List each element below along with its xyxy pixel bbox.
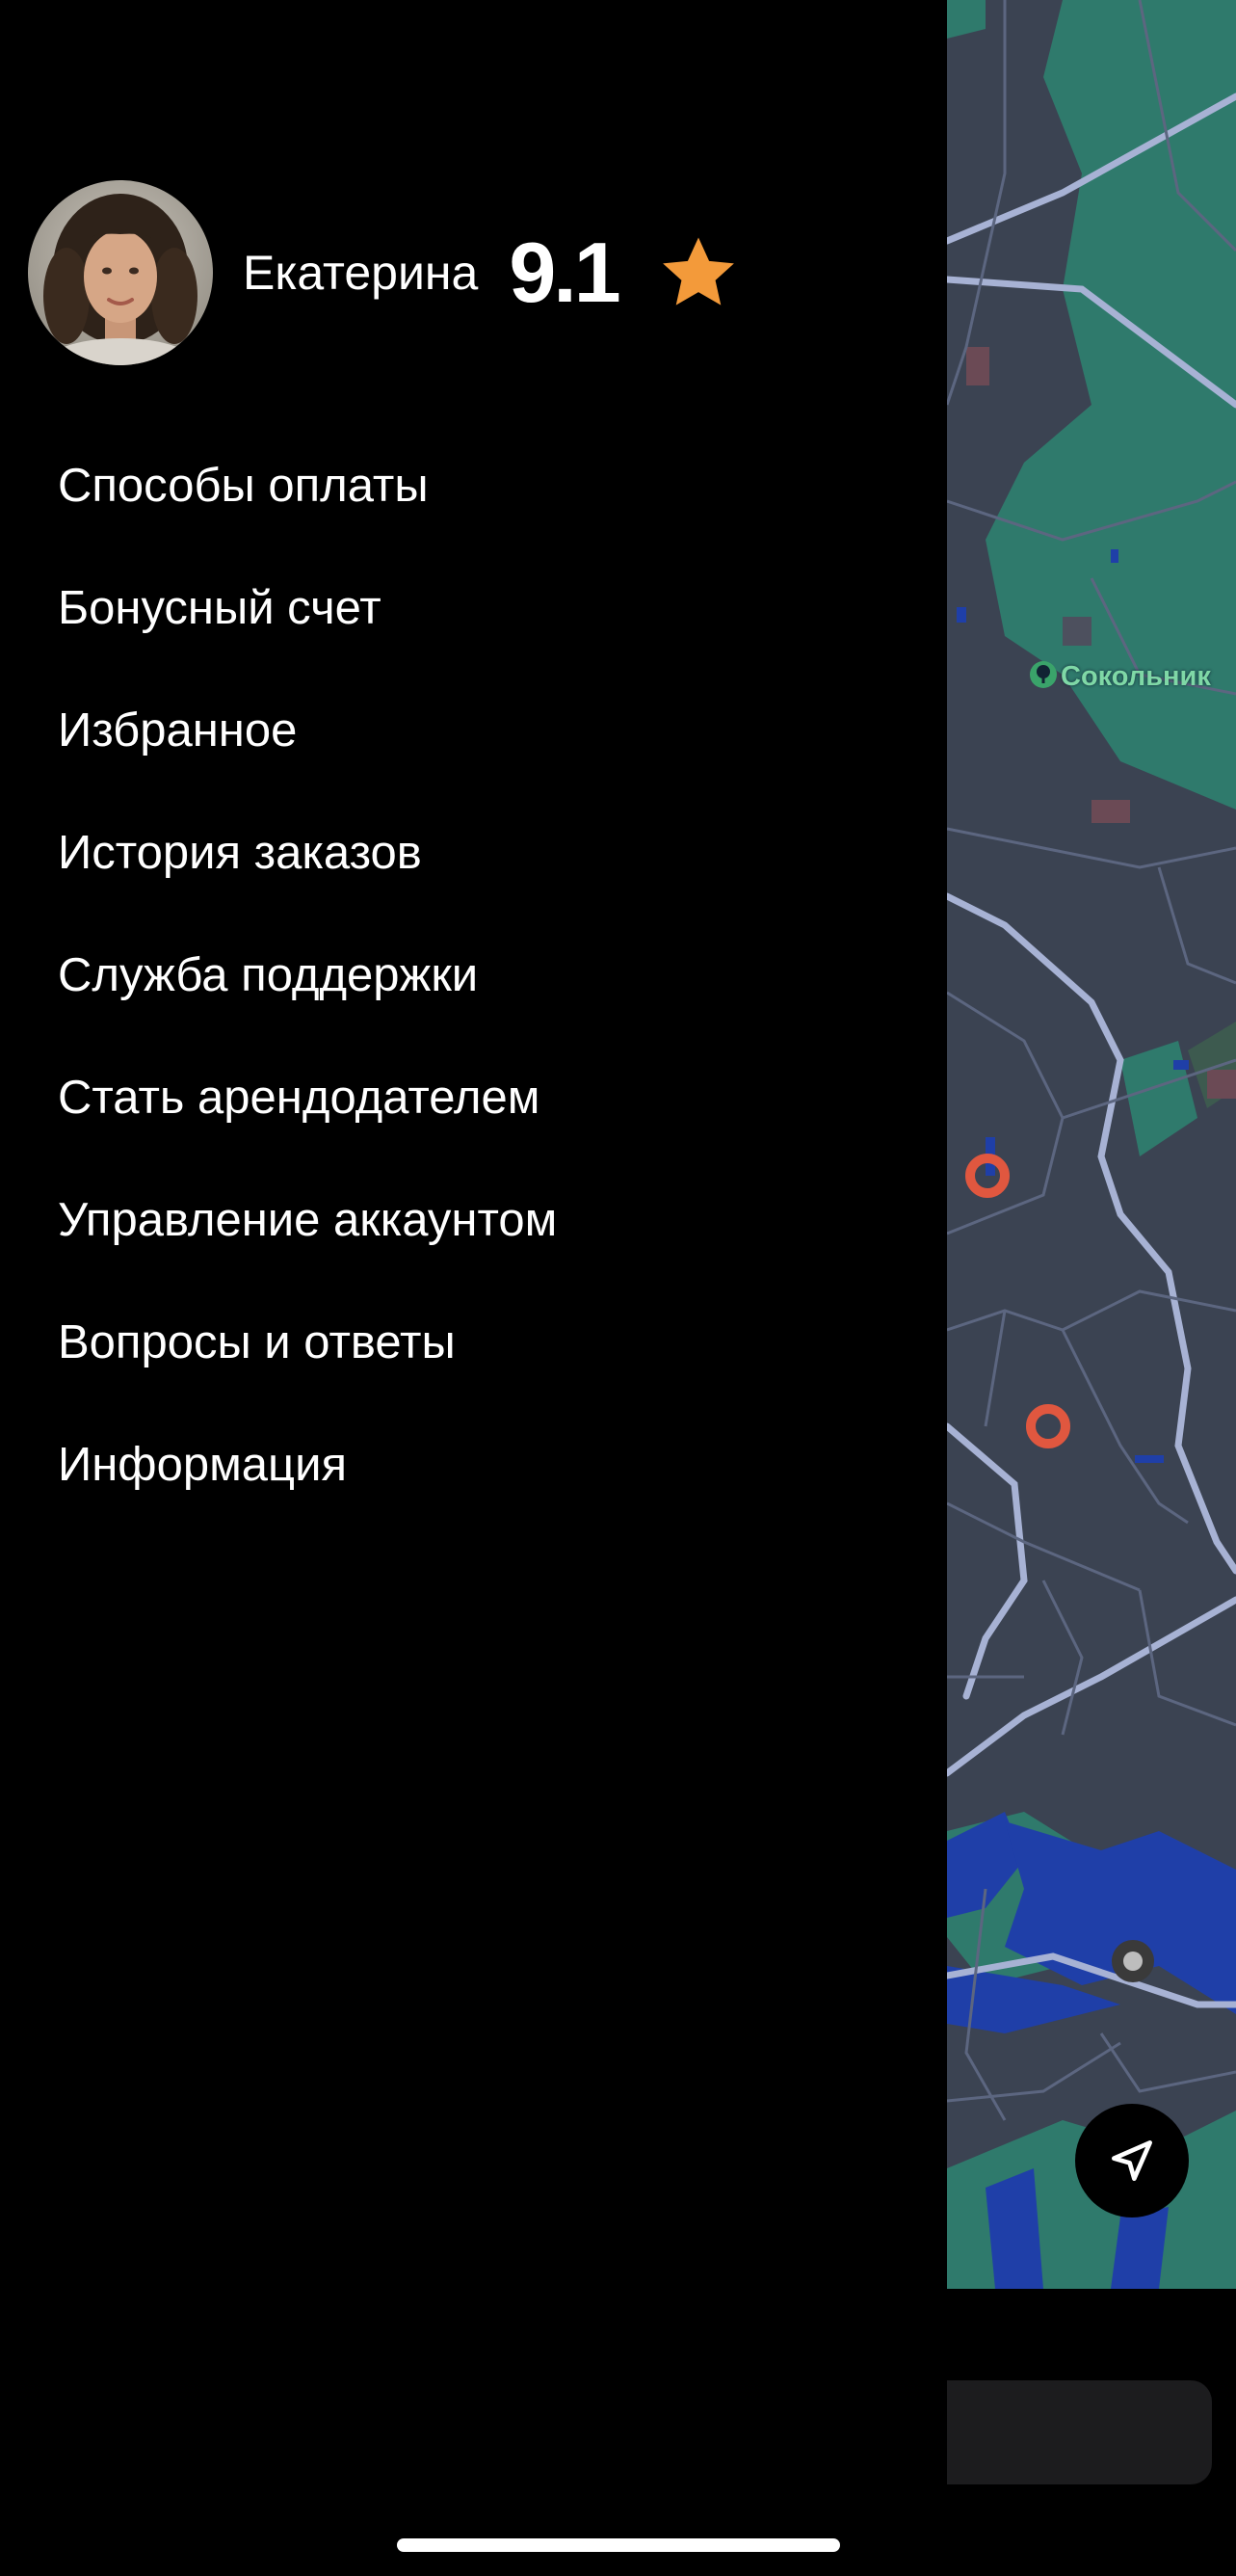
menu-item-information[interactable]: Информация [58, 1434, 557, 1556]
menu-item-become-landlord[interactable]: Стать арендодателем [58, 1067, 557, 1189]
menu-item-account-management[interactable]: Управление аккаунтом [58, 1189, 557, 1312]
app-screen: Сокольник Екатерина 9.1 Способы оплаты Б… [0, 0, 1236, 2576]
menu-item-bonus-account[interactable]: Бонусный счет [58, 577, 557, 700]
navigation-arrow-icon [1112, 2140, 1152, 2181]
menu-item-payment-methods[interactable]: Способы оплаты [58, 455, 557, 577]
menu-item-support[interactable]: Служба поддержки [58, 944, 557, 1067]
side-drawer: Екатерина 9.1 Способы оплаты Бонусный сч… [0, 0, 947, 2576]
locate-me-button[interactable] [1075, 2104, 1189, 2217]
menu-item-faq[interactable]: Вопросы и ответы [58, 1312, 557, 1434]
avatar-photo [28, 180, 213, 365]
avatar[interactable] [28, 180, 213, 365]
star-icon [662, 237, 734, 305]
poi-label[interactable]: Сокольник [1061, 661, 1211, 693]
bottom-sheet-field[interactable] [947, 2380, 1212, 2484]
user-rating: 9.1 [509, 225, 620, 320]
map-canvas [947, 0, 1236, 2289]
menu-item-favorites[interactable]: Избранное [58, 700, 557, 822]
user-name: Екатерина [243, 246, 479, 300]
park-icon [1030, 661, 1057, 688]
home-indicator[interactable] [397, 2538, 840, 2552]
drawer-menu: Способы оплаты Бонусный счет Избранное И… [58, 455, 557, 1556]
menu-item-order-history[interactable]: История заказов [58, 822, 557, 944]
profile-header[interactable]: Екатерина 9.1 [28, 180, 740, 365]
map-view[interactable]: Сокольник [947, 0, 1236, 2289]
